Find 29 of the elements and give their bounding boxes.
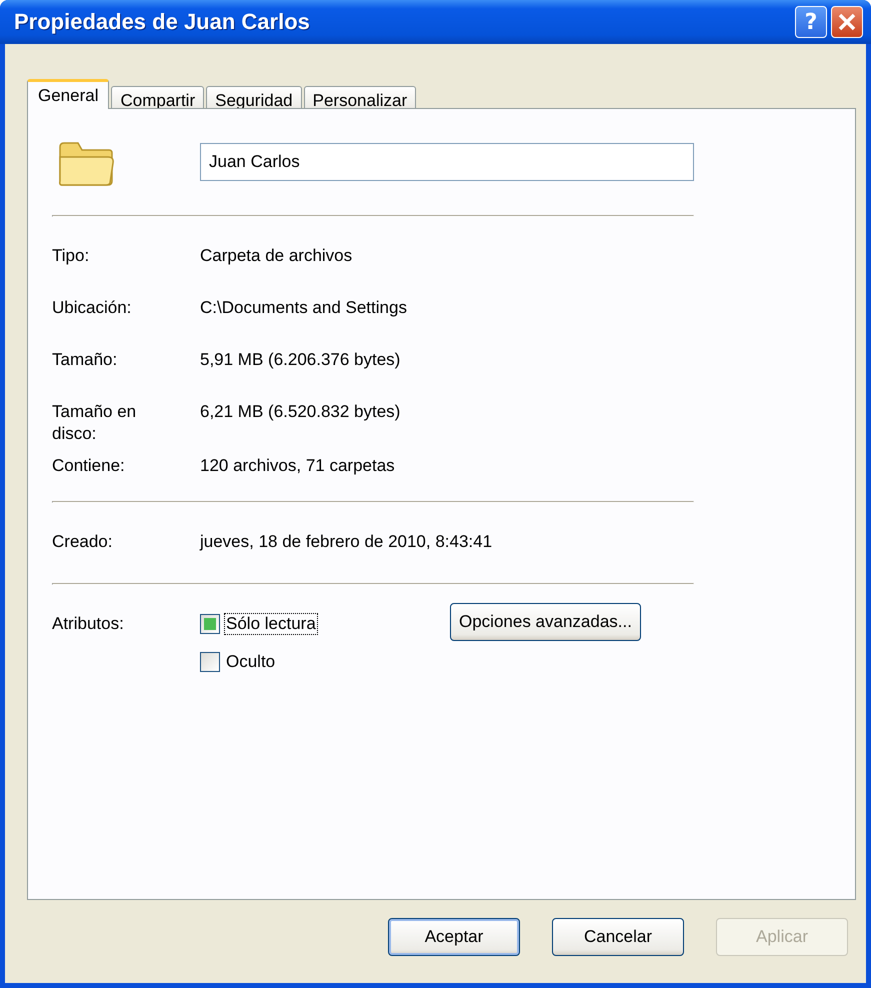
name-field[interactable]: Juan Carlos xyxy=(200,143,694,181)
tab[interactable]: General xyxy=(27,79,110,109)
field-label: Atributos: xyxy=(52,613,125,635)
checkbox[interactable] xyxy=(200,652,220,672)
tab[interactable]: Compartir xyxy=(111,86,204,108)
tab[interactable]: Personalizar xyxy=(304,86,416,108)
field-label: Ubicación: xyxy=(52,297,132,319)
checkbox[interactable] xyxy=(200,614,220,634)
field-label: Contiene: xyxy=(52,455,126,477)
field-label: Tamaño en disco: xyxy=(52,401,138,445)
field-value: jueves, 18 de febrero de 2010, 8:43:41 xyxy=(200,531,492,553)
advanced-options-button[interactable]: Opciones avanzadas... xyxy=(450,603,641,641)
help-button[interactable]: ? xyxy=(795,6,827,38)
close-icon xyxy=(837,12,857,32)
checkbox-label[interactable]: Sólo lectura xyxy=(224,613,318,635)
field-value: 6,21 MB (6.520.832 bytes) xyxy=(200,401,400,423)
field-label: Tipo: xyxy=(52,245,90,267)
field-value: 5,91 MB (6.206.376 bytes) xyxy=(200,349,400,371)
dialog-button[interactable]: Cancelar xyxy=(552,918,684,956)
field-value: 120 archivos, 71 carpetas xyxy=(200,455,395,477)
tab[interactable]: Seguridad xyxy=(206,86,302,108)
field-label: Creado: xyxy=(52,531,114,553)
field-value: C:\Documents and Settings xyxy=(200,297,407,319)
field-value: Carpeta de archivos xyxy=(200,245,352,267)
checkbox-label[interactable]: Oculto xyxy=(224,651,278,673)
window-title: Propiedades de Juan Carlos xyxy=(14,9,311,35)
dialog-button[interactable]: Aceptar xyxy=(388,918,520,956)
close-button[interactable] xyxy=(831,6,863,38)
field-label: Tamaño: xyxy=(52,349,118,371)
